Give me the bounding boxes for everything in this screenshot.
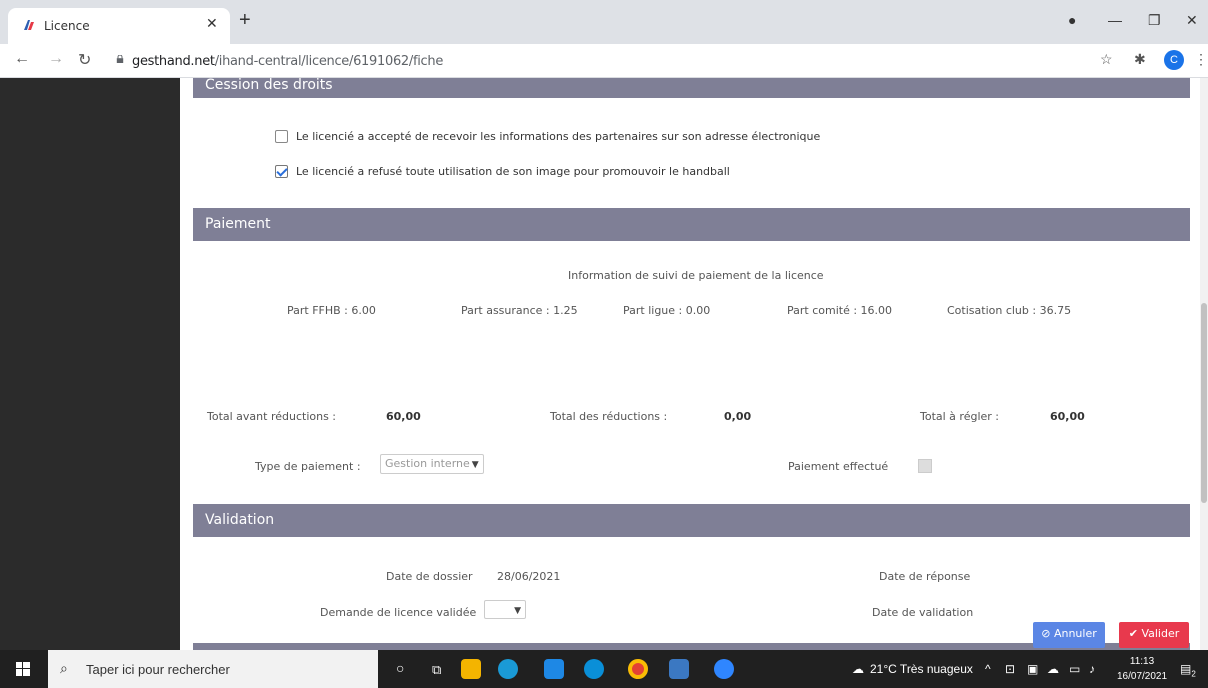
payment-done-checkbox[interactable] [918, 459, 932, 473]
address-bar[interactable]: gesthand.net/ihand-central/licence/61910… [108, 48, 1118, 74]
bookmark-star-icon[interactable]: ☆ [1100, 51, 1113, 68]
task-view-icon[interactable]: ⧉ [432, 662, 441, 678]
licence-form: Cession des droits Le licencié a accepté… [180, 78, 1200, 650]
store-icon[interactable] [544, 659, 564, 679]
date-dossier-value: 28/06/2021 [497, 570, 561, 583]
app-tray-icon[interactable]: ▣ [1027, 662, 1038, 676]
edge-icon[interactable] [498, 659, 518, 679]
cortana-icon[interactable]: ○ [396, 660, 404, 676]
licence-validated-select[interactable]: ▼ [484, 600, 526, 619]
tab-title: Licence [44, 19, 90, 33]
droplet-app-icon[interactable] [714, 659, 734, 679]
date-dossier-label: Date de dossier [386, 570, 473, 583]
payment-type-select[interactable]: Gestion interne ▼ [380, 454, 484, 474]
section-header-validation: Validation [193, 504, 1190, 537]
windows-start-icon[interactable] [16, 662, 30, 676]
new-tab-icon[interactable]: + [239, 9, 251, 32]
volume-icon[interactable]: ♪ [1089, 662, 1095, 676]
close-tab-icon[interactable]: ✕ [206, 15, 218, 32]
image-refusal-label: Le licencié a refusé toute utilisation d… [296, 165, 730, 178]
validate-button[interactable]: ✔ Valider [1119, 622, 1189, 648]
minimize-icon[interactable]: — [1108, 12, 1122, 28]
chevron-down-icon: ▼ [471, 460, 479, 470]
payment-info-title: Information de suivi de paiement de la l… [568, 269, 824, 282]
cancel-button[interactable]: ⊘ Annuler [1033, 622, 1105, 648]
weather-text: 21°C Très nuageux [870, 662, 973, 676]
total-to-pay-value: 60,00 [1050, 410, 1085, 423]
scrollbar-thumb[interactable] [1201, 303, 1207, 503]
section-header-cession: Cession des droits [193, 78, 1190, 98]
partners-consent-label: Le licencié a accepté de recevoir les in… [296, 130, 821, 143]
cancel-icon: ⊘ [1041, 627, 1051, 640]
skype-icon[interactable] [584, 659, 604, 679]
chrome-icon[interactable] [628, 659, 648, 679]
browser-toolbar: ← → ↻ gesthand.net/ihand-central/licence… [0, 44, 1208, 78]
notifications-icon[interactable]: ▤2 [1180, 662, 1196, 678]
date-validation-label: Date de validation [872, 606, 974, 619]
part-comite: Part comité : 16.00 [787, 304, 893, 317]
total-before-reductions-label: Total avant réductions : [207, 410, 337, 423]
network-icon[interactable]: ▭ [1069, 662, 1080, 676]
date-reponse-label: Date de réponse [879, 570, 971, 583]
partners-consent-checkbox[interactable] [275, 130, 288, 143]
section-header-paiement: Paiement [193, 208, 1190, 241]
check-icon: ✔ [1128, 627, 1138, 640]
url-text: gesthand.net/ihand-central/licence/61910… [132, 54, 444, 69]
licence-validated-label: Demande de licence validée [320, 606, 477, 619]
total-before-reductions-value: 60,00 [386, 410, 421, 423]
part-assurance: Part assurance : 1.25 [461, 304, 578, 317]
left-sidebar [0, 78, 180, 650]
extensions-puzzle-icon[interactable]: ✱ [1134, 51, 1146, 68]
search-icon: ⌕ [60, 660, 68, 676]
file-explorer-icon[interactable] [461, 659, 481, 679]
browser-menu-icon[interactable]: ⋮ [1194, 51, 1208, 68]
tray-expand-icon[interactable]: ^ [985, 662, 991, 676]
meet-now-icon[interactable]: ⊡ [1005, 662, 1015, 676]
taskbar-clock[interactable]: 11:13 16/07/2021 [1117, 654, 1167, 684]
record-indicator-icon: ● [1068, 12, 1077, 28]
payment-type-label: Type de paiement : [255, 460, 361, 473]
close-window-icon[interactable]: ✕ [1186, 12, 1198, 29]
forward-icon[interactable]: → [48, 50, 64, 68]
part-ffhb: Part FFHB : 6.00 [287, 304, 376, 317]
total-reductions-label: Total des réductions : [550, 410, 668, 423]
total-reductions-value: 0,00 [724, 410, 752, 423]
reader-icon[interactable] [669, 659, 689, 679]
part-ligue: Part ligue : 0.00 [623, 304, 711, 317]
lock-icon [116, 55, 124, 63]
search-placeholder: Taper ici pour rechercher [86, 662, 230, 677]
onedrive-icon[interactable]: ☁ [1047, 662, 1059, 676]
taskbar-search[interactable]: ⌕ Taper ici pour rechercher [48, 650, 378, 688]
windows-taskbar: ⌕ Taper ici pour rechercher ○ ⧉ ☁ 21°C T… [0, 650, 1208, 688]
payment-done-label: Paiement effectué [788, 460, 889, 473]
cotisation-club: Cotisation club : 36.75 [947, 304, 1072, 317]
total-to-pay-label: Total à régler : [920, 410, 1000, 423]
image-refusal-checkbox[interactable] [275, 165, 288, 178]
weather-cloud-icon: ☁ [852, 662, 864, 676]
reload-icon[interactable]: ↻ [78, 50, 91, 70]
browser-tab[interactable]: Licence ✕ [8, 8, 230, 44]
back-icon[interactable]: ← [14, 50, 30, 68]
handball-favicon-icon [24, 20, 34, 30]
page-viewport: Cession des droits Le licencié a accepté… [0, 78, 1208, 650]
browser-tabstrip: Licence ✕ + ● — ❐ ✕ [0, 0, 1208, 44]
restore-icon[interactable]: ❐ [1148, 12, 1161, 29]
chevron-down-icon: ▼ [514, 606, 521, 616]
profile-avatar[interactable]: C [1164, 50, 1184, 70]
